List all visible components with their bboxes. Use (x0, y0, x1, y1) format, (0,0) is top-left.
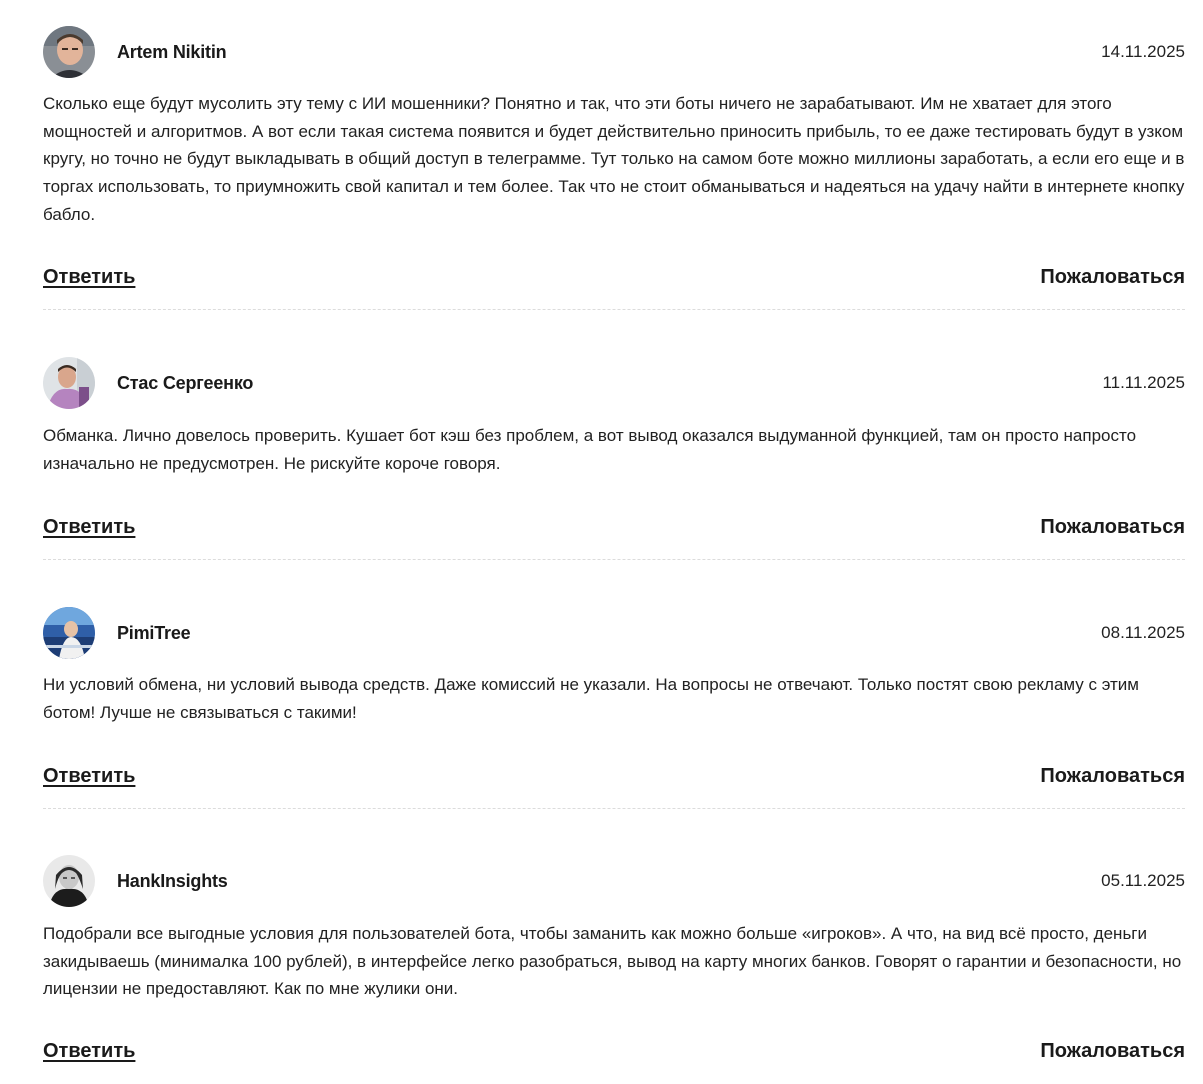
avatar[interactable] (43, 607, 95, 659)
reply-link[interactable]: Ответить (43, 1040, 135, 1063)
comment-header: Стас Сергеенко 11.11.2025 (43, 357, 1185, 409)
author-name: Стас Сергеенко (117, 372, 254, 393)
comment-header: HankInsights 05.11.2025 (43, 855, 1185, 907)
comment-date: 11.11.2025 (1102, 373, 1185, 392)
comment-date: 14.11.2025 (1101, 42, 1185, 61)
avatar[interactable] (43, 855, 95, 907)
reply-link[interactable]: Ответить (43, 266, 135, 289)
report-link[interactable]: Пожаловаться (1040, 266, 1185, 289)
author-name: PimiTree (117, 622, 191, 643)
comment-text: Ни условий обмена, ни условий вывода сре… (43, 675, 1139, 722)
comment-item: Стас Сергеенко 11.11.2025 Обманка. Лично… (43, 310, 1185, 560)
comment-date: 05.11.2025 (1101, 871, 1185, 890)
comment-text: Подобрали все выгодные условия для польз… (43, 924, 1182, 999)
user-photo-avatar-icon (43, 607, 95, 659)
comment-header: PimiTree 08.11.2025 (43, 607, 1185, 659)
comment-actions: Ответить Пожаловаться (43, 264, 1185, 290)
comment-actions: Ответить Пожаловаться (43, 514, 1185, 540)
user-photo-avatar-icon (43, 26, 95, 78)
comment-text: Обманка. Лично довелось проверить. Кушае… (43, 426, 1137, 473)
reply-link[interactable]: Ответить (43, 765, 135, 788)
comment-item: HankInsights 05.11.2025 Подобрали все вы… (43, 809, 1185, 1084)
comment-text: Сколько еще будут мусолить эту тему с ИИ… (43, 94, 1185, 224)
comment-header: Artem Nikitin 14.11.2025 (43, 26, 1185, 78)
comment-actions: Ответить Пожаловаться (43, 1038, 1185, 1064)
report-link[interactable]: Пожаловаться (1040, 516, 1185, 539)
user-photo-avatar-icon (43, 357, 95, 409)
author-name: Artem Nikitin (117, 41, 227, 62)
comment-item: PimiTree 08.11.2025 Ни условий обмена, н… (43, 560, 1185, 809)
reply-link[interactable]: Ответить (43, 516, 135, 539)
comment-item: Artem Nikitin 14.11.2025 Сколько еще буд… (43, 0, 1185, 310)
comment-date: 08.11.2025 (1101, 623, 1185, 642)
comment-actions: Ответить Пожаловаться (43, 763, 1185, 789)
report-link[interactable]: Пожаловаться (1040, 1040, 1185, 1063)
author-name: HankInsights (117, 870, 228, 891)
comments-list: Artem Nikitin 14.11.2025 Сколько еще буд… (43, 0, 1185, 1084)
report-link[interactable]: Пожаловаться (1040, 765, 1185, 788)
user-photo-avatar-icon (43, 855, 95, 907)
avatar[interactable] (43, 357, 95, 409)
avatar[interactable] (43, 26, 95, 78)
